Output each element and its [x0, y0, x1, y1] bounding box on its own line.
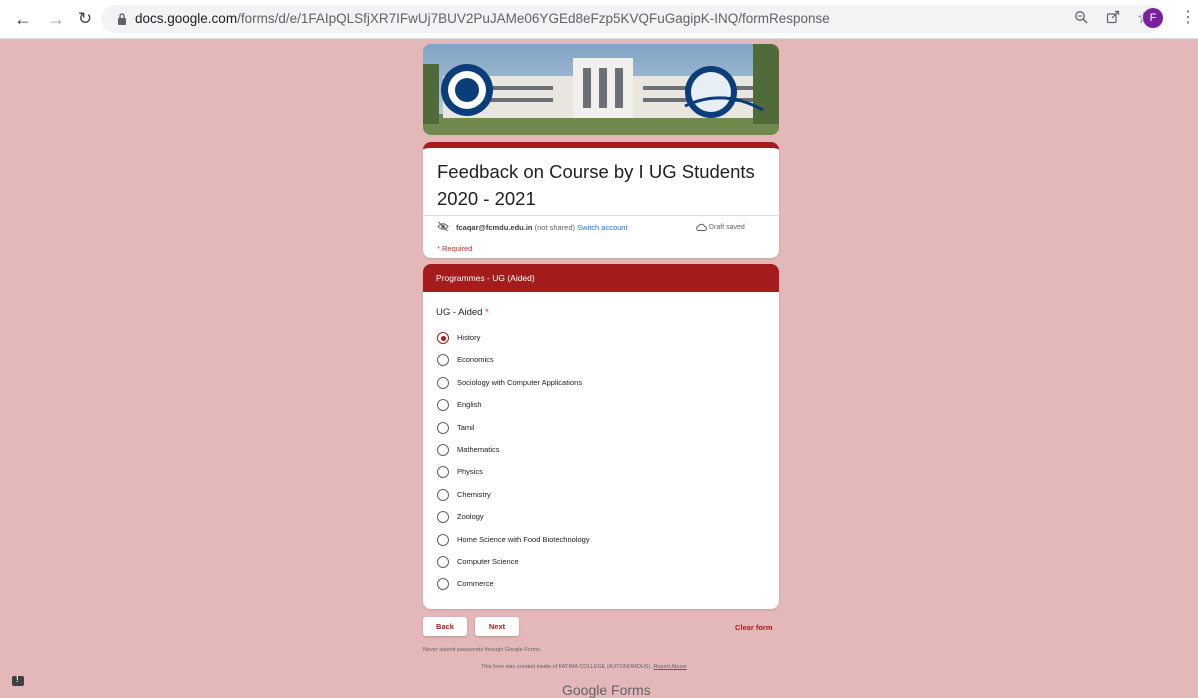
- account-email: fcaqar@fcmdu.edu.in: [456, 223, 533, 232]
- radio-button[interactable]: [437, 422, 449, 434]
- draft-status: Draft saved: [709, 224, 745, 231]
- created-by-text: This form was created inside of FATIMA C…: [481, 664, 654, 670]
- radio-button[interactable]: [437, 354, 449, 366]
- share-icon[interactable]: [1104, 10, 1122, 28]
- radio-button[interactable]: [437, 377, 449, 389]
- back-arrow-icon[interactable]: ←: [12, 8, 34, 30]
- url-host: docs.google.com: [135, 11, 238, 26]
- option-label: Computer Science: [457, 557, 519, 566]
- required-note: * Required: [437, 244, 473, 253]
- form-title-line-2: 2020 - 2021: [437, 188, 536, 209]
- switch-account-link[interactable]: Switch account: [577, 223, 627, 232]
- address-bar[interactable]: docs.google.com/forms/d/e/1FAIpQLSfjXR7I…: [101, 5, 1164, 33]
- radio-button[interactable]: [437, 578, 449, 590]
- feedback-icon[interactable]: [12, 675, 24, 686]
- radio-button[interactable]: [437, 399, 449, 411]
- option-label: Home Science with Food Biotechnology: [457, 535, 590, 544]
- not-shared-label: (not shared): [532, 223, 578, 232]
- radio-button[interactable]: [437, 489, 449, 501]
- option-label: Mathematics: [457, 445, 500, 454]
- option-label: Tamil: [457, 423, 475, 432]
- option-label: Economics: [457, 355, 494, 364]
- question-title: UG - Aided *: [436, 307, 489, 318]
- option-label: Sociology with Computer Applications: [457, 378, 583, 387]
- reload-icon[interactable]: ↻: [74, 8, 96, 30]
- radio-button[interactable]: [437, 534, 449, 546]
- radio-button[interactable]: [437, 511, 449, 523]
- url-text[interactable]: docs.google.com/forms/d/e/1FAIpQLSfjXR7I…: [135, 11, 830, 26]
- zoom-icon[interactable]: [1072, 10, 1090, 28]
- google-forms-logo: Google Forms: [562, 682, 651, 698]
- form-title: Feedback on Course by I UG Students 2020…: [437, 158, 767, 212]
- form-title-card: Feedback on Course by I UG Students 2020…: [423, 142, 779, 258]
- option-label: Commerce: [457, 579, 494, 588]
- report-abuse-link[interactable]: Report Abuse: [653, 664, 686, 670]
- clear-form-button[interactable]: Clear form: [735, 623, 773, 632]
- account-info: fcaqar@fcmdu.edu.in (not shared) Switch …: [456, 223, 628, 232]
- option-label: Chemistry: [457, 490, 491, 499]
- radio-button[interactable]: [437, 444, 449, 456]
- url-path: /forms/d/e/1FAIpQLSfjXR7IFwUj7BUV2PuJAMe…: [237, 11, 830, 26]
- created-by-note: This form was created inside of FATIMA C…: [481, 664, 687, 670]
- kebab-menu-icon[interactable]: ⋮: [1180, 8, 1196, 28]
- section-header: Programmes - UG (Aided): [423, 264, 779, 292]
- not-shared-eye-icon: [437, 221, 449, 232]
- college-building-image: [423, 44, 779, 135]
- question-text: UG - Aided: [436, 307, 483, 318]
- divider: [423, 215, 779, 216]
- lock-icon: [118, 13, 126, 25]
- option-label: English: [457, 400, 482, 409]
- cloud-saved-icon: [696, 223, 707, 232]
- next-button[interactable]: Next: [475, 617, 519, 636]
- form-header-banner: [423, 44, 779, 135]
- profile-avatar[interactable]: F: [1143, 8, 1163, 28]
- section-card: Programmes - UG (Aided) UG - Aided * His…: [423, 264, 779, 609]
- form-title-line-1: Feedback on Course by I UG Students: [437, 161, 755, 182]
- option-label: Zoology: [457, 512, 484, 521]
- back-button[interactable]: Back: [423, 617, 467, 636]
- forward-arrow-icon[interactable]: →: [45, 8, 67, 30]
- radio-button-checked[interactable]: [437, 332, 449, 344]
- radio-button[interactable]: [437, 556, 449, 568]
- required-star: *: [482, 307, 489, 318]
- option-label: Physics: [457, 467, 483, 476]
- browser-toolbar: ← → ↻ docs.google.com/forms/d/e/1FAIpQLS…: [0, 0, 1198, 39]
- radio-button[interactable]: [437, 466, 449, 478]
- option-label: History: [457, 333, 481, 342]
- password-warning: Never submit passwords through Google Fo…: [423, 647, 542, 653]
